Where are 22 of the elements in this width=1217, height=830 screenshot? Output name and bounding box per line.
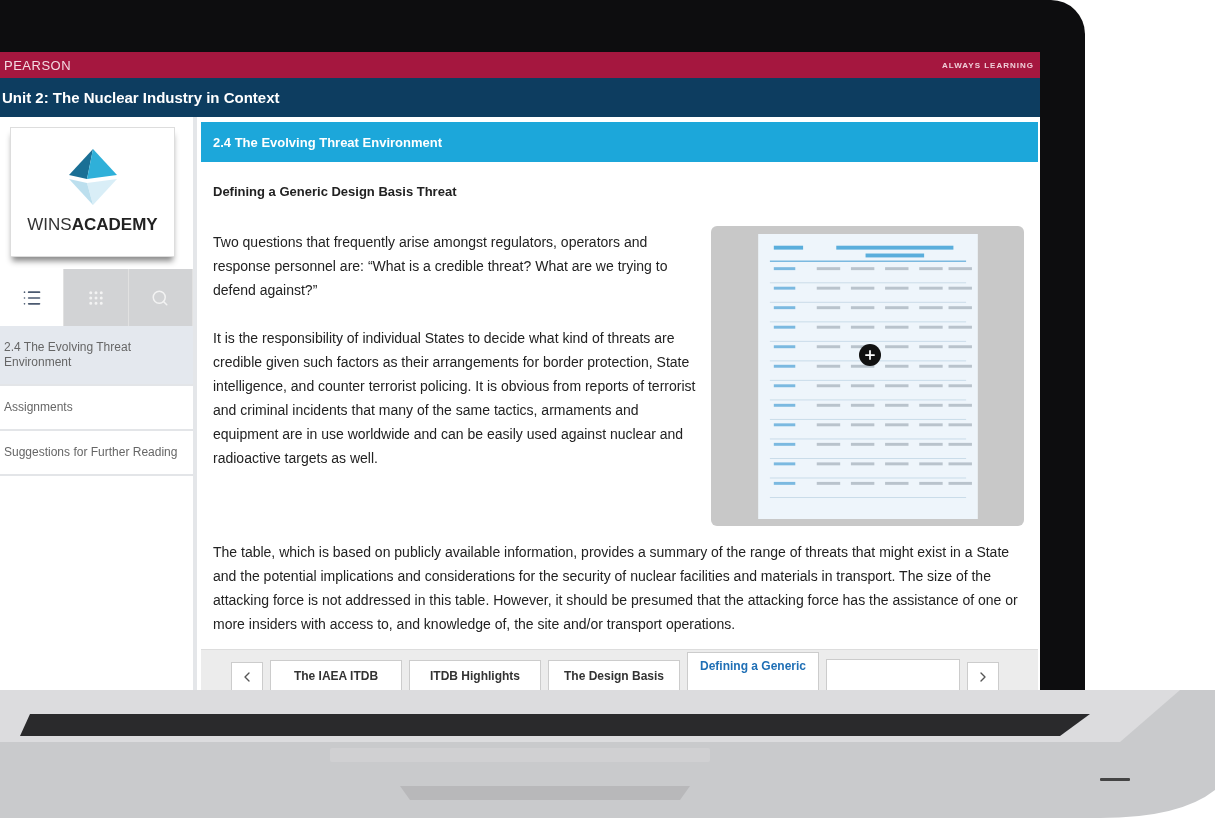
view-tab[interactable] [0, 269, 65, 326]
sidebar-item[interactable]: 2.4 The Evolving Threat Environment [0, 326, 193, 386]
page-tab[interactable] [826, 659, 960, 690]
section-title: 2.4 The Evolving Threat Environment [213, 134, 442, 150]
plus-icon [863, 348, 877, 362]
unit-title: Unit 2: The Nuclear Industry in Context [2, 89, 280, 106]
grid-icon [87, 288, 105, 307]
page-tab[interactable]: The Design Basis [548, 660, 680, 690]
page-tab[interactable]: Defining a Generic [687, 652, 819, 690]
next-button[interactable] [967, 662, 999, 690]
paragraph: Two questions that frequently arise amongst regulators, operators and response personnel are: “What is a credible threat? What are we trying to defend against?” [213, 233, 669, 300]
content-heading: Defining a Generic Design Basis Threat [213, 183, 458, 201]
tagline: ALWAYS LEARNING [941, 60, 1034, 70]
search-icon [151, 288, 170, 307]
previous-button[interactable] [231, 662, 263, 690]
paragraph: The table, which is based on publicly available information, provides a summary of the range of threats that might exist in a State and the potential implications and considerations for the security of nuclear facilities and materials in transport. The size of the attacking force is not addressed in this table. However, it should be presumed that the attacking force has the assistance of one or more insiders with access to, and knowledge of, the site and/or transport operations. [213, 543, 1019, 634]
page-tab[interactable]: ITDB Highlights [409, 660, 541, 690]
pyramid-logo-icon [66, 149, 119, 205]
logo-text: WINSACADEMY [27, 215, 158, 235]
page-tab[interactable]: The IAEA ITDB [270, 660, 402, 690]
paragraph: It is the responsibility of individual States to decide what kind of threats are credible given such factors as their arrangements for border protection, State intelligence, and counter terrorist policing. It is obvious from reports of terrorist and criminal incidents that many of the same tactics, armaments and equipment are in use worldwide and can be easily used against nuclear and radioactive targets as well. [213, 329, 697, 468]
brand-name: PEARSON [4, 57, 72, 73]
